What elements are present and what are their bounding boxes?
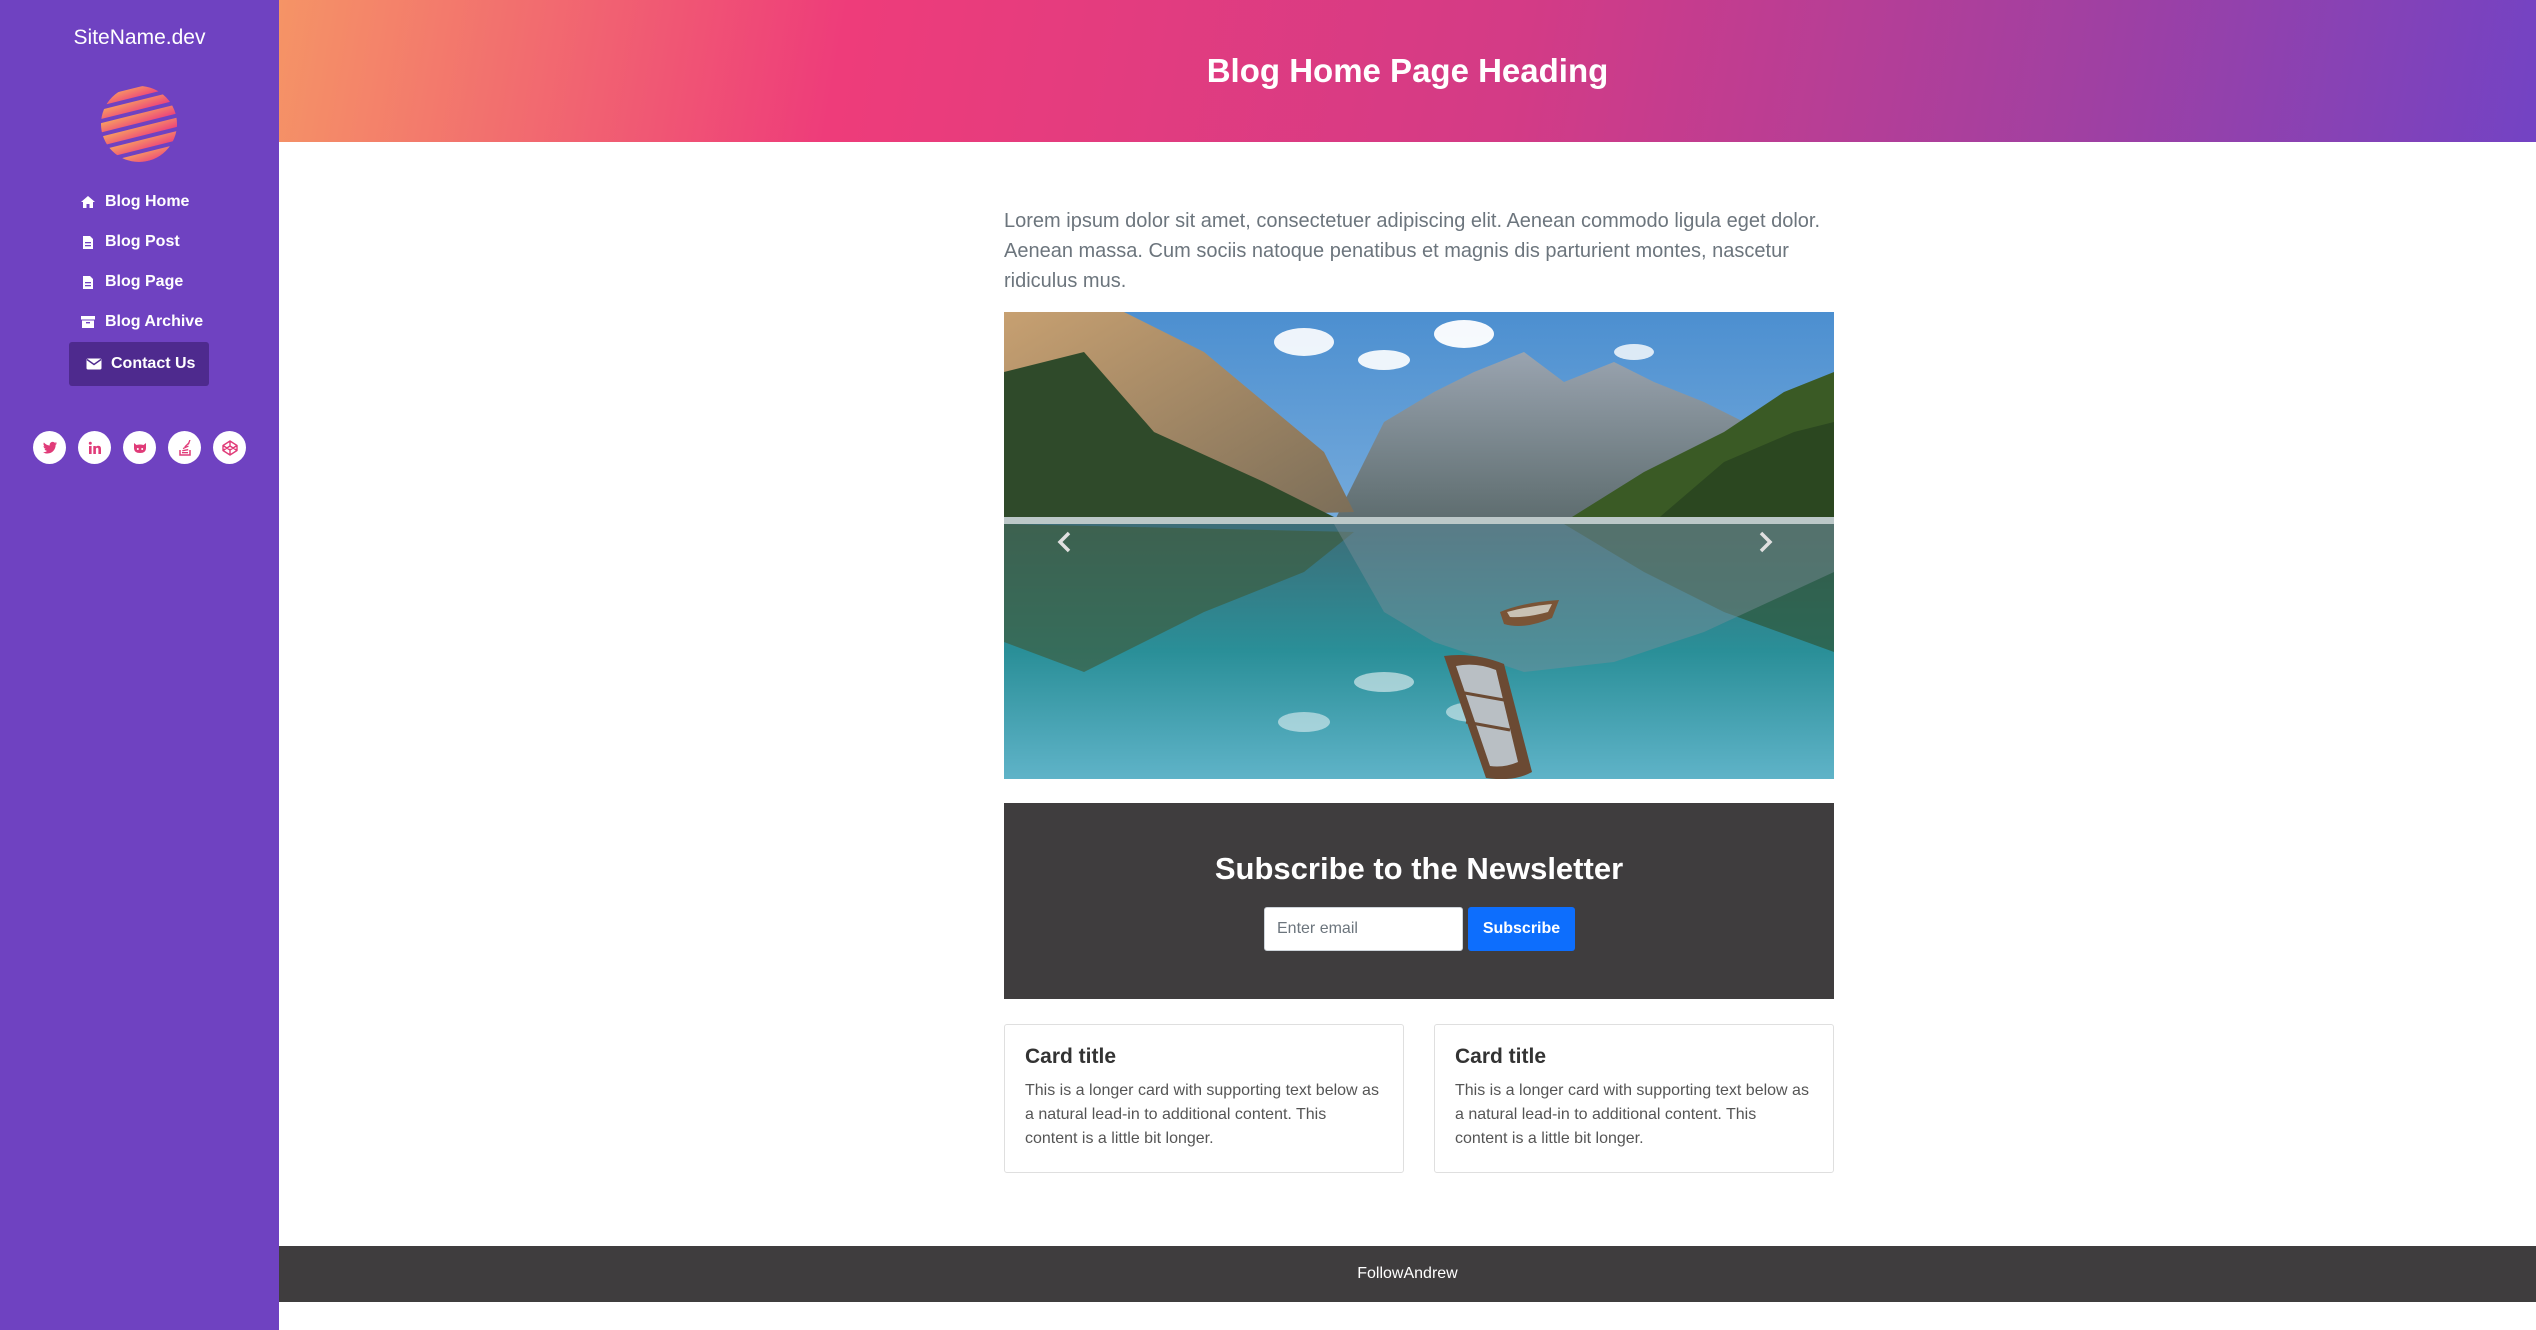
card-text: This is a longer card with supporting te… (1025, 1082, 1379, 1147)
chevron-right-icon (1759, 531, 1773, 553)
social-links (33, 431, 246, 464)
newsletter-title: Subscribe to the Newsletter (1214, 851, 1624, 886)
carousel-prev[interactable] (1034, 512, 1094, 572)
nav-item-blog-page[interactable]: Blog Page (69, 262, 209, 302)
striped-globe-logo[interactable] (99, 84, 179, 164)
linkedin-icon[interactable] (78, 431, 111, 464)
sidebar: SiteName.dev Blog Home Blog Post Blog Pa… (0, 0, 279, 1330)
subscribe-button[interactable]: Subscribe (1468, 907, 1575, 951)
mountain-lake-image (1004, 312, 1834, 779)
page-footer: FollowAndrew (279, 1246, 2536, 1302)
card-text: This is a longer card with supporting te… (1455, 1082, 1809, 1147)
email-input[interactable] (1264, 907, 1463, 951)
page-title: Blog Home Page Heading (1206, 52, 1609, 89)
codepen-icon[interactable] (213, 431, 246, 464)
sidebar-nav: Blog Home Blog Post Blog Page Blog Archi… (69, 182, 209, 386)
carousel-next[interactable] (1736, 512, 1796, 572)
chevron-left-icon (1057, 531, 1071, 553)
card: Card title This is a longer card with su… (1434, 1024, 1834, 1173)
nav-item-blog-archive[interactable]: Blog Archive (69, 302, 209, 342)
github-icon[interactable] (123, 431, 156, 464)
card: Card title This is a longer card with su… (1004, 1024, 1404, 1173)
newsletter-form: Subscribe (1264, 907, 1575, 951)
footer-text[interactable]: FollowAndrew (1357, 1265, 1457, 1283)
nav-label: Blog Post (105, 233, 180, 250)
site-name[interactable]: SiteName.dev (0, 26, 279, 50)
nav-label: Blog Page (105, 273, 184, 290)
nav-label: Contact Us (111, 355, 196, 372)
nav-label: Blog Archive (105, 313, 204, 330)
envelope-icon (86, 356, 102, 372)
nav-label: Blog Home (105, 193, 190, 210)
card-title: Card title (1455, 1045, 1547, 1068)
home-icon (80, 194, 96, 210)
stackoverflow-icon[interactable] (168, 431, 201, 464)
file-icon (80, 274, 96, 290)
nav-item-blog-post[interactable]: Blog Post (69, 222, 209, 262)
archive-icon (80, 314, 96, 330)
nav-item-blog-home[interactable]: Blog Home (69, 182, 209, 222)
twitter-icon[interactable] (33, 431, 66, 464)
newsletter-section: Subscribe to the Newsletter Subscribe (1004, 803, 1834, 999)
card-title: Card title (1025, 1045, 1117, 1068)
page-header: Blog Home Page Heading (279, 0, 2536, 142)
nav-item-contact-us[interactable]: Contact Us (69, 342, 209, 386)
intro-paragraph: Lorem ipsum dolor sit amet, consectetuer… (1004, 210, 1821, 292)
image-carousel[interactable] (1004, 312, 1834, 779)
file-icon (80, 234, 96, 250)
